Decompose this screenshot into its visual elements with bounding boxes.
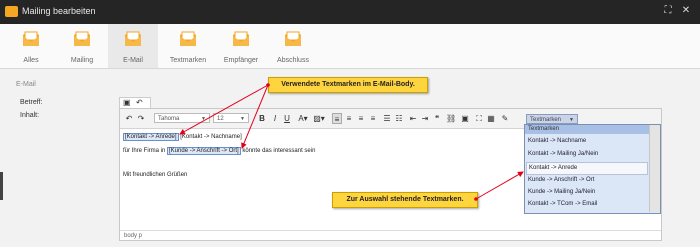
annotation-arrows <box>179 83 524 201</box>
arrow-origin-dot <box>266 83 270 87</box>
arrow-to-dropdown <box>475 171 524 200</box>
arrow-to-ort <box>241 84 269 149</box>
arrow-to-anrede <box>179 84 269 135</box>
arrow-origin-dot <box>474 197 478 201</box>
